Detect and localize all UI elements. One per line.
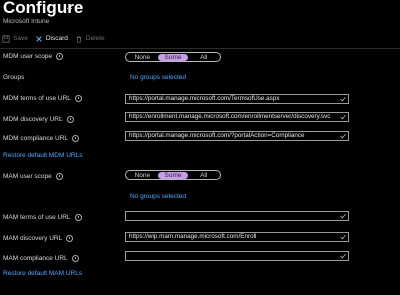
mam-discovery-input[interactable]: https://wip.mam.manage.microsoft.com/Enr… — [125, 232, 349, 242]
trash-icon — [76, 35, 82, 43]
close-icon — [36, 35, 42, 42]
info-icon[interactable] — [55, 173, 63, 180]
checkmark-icon — [340, 114, 346, 120]
mdm-scope-some[interactable]: Some — [157, 53, 189, 61]
mam-compliance-input[interactable] — [125, 251, 349, 261]
discard-label: Discard — [45, 35, 68, 42]
save-label: Save — [13, 35, 28, 42]
mdm-compliance-label: MDM compliance URL — [3, 135, 80, 142]
mam-scope-none[interactable]: None — [127, 172, 158, 179]
delete-label: Delete — [85, 35, 105, 42]
info-icon[interactable] — [74, 95, 82, 102]
mam-scope-some[interactable]: Some — [157, 171, 189, 179]
info-icon[interactable] — [66, 235, 74, 242]
info-icon[interactable] — [74, 214, 82, 221]
checkmark-icon — [340, 213, 346, 219]
mam-user-scope-toggle[interactable]: None Some All — [125, 170, 221, 180]
mam-terms-input[interactable] — [125, 211, 349, 221]
checkmark-icon — [340, 253, 346, 259]
mam-groups-link[interactable]: No groups selected — [130, 193, 186, 200]
mdm-user-scope-toggle[interactable]: None Some All — [125, 52, 221, 62]
mam-terms-label: MAM terms of use URL — [3, 214, 82, 221]
mdm-terms-input[interactable]: https://portal.manage.microsoft.com/Term… — [125, 94, 349, 104]
mdm-groups-label: Groups — [3, 74, 25, 81]
mdm-compliance-input[interactable]: https://portal.manage.microsoft.com/?por… — [125, 131, 349, 141]
info-icon[interactable] — [72, 135, 80, 142]
save-button[interactable]: Save — [2, 34, 28, 43]
page-subtitle: Microsoft Intune — [3, 18, 50, 25]
checkmark-icon — [340, 234, 346, 240]
toolbar: Save Discard Delete — [2, 33, 105, 44]
mdm-discovery-input[interactable]: https://enrollment.manage.microsoft.com/… — [125, 112, 349, 122]
save-icon — [2, 34, 10, 43]
discard-button[interactable]: Discard — [35, 35, 68, 43]
restore-mdm-urls-link[interactable]: Restore default MDM URLs — [3, 152, 82, 159]
info-icon[interactable] — [66, 116, 74, 123]
info-icon[interactable] — [56, 53, 64, 60]
mdm-scope-all[interactable]: All — [188, 54, 219, 61]
checkmark-icon — [340, 133, 346, 139]
mdm-scope-none[interactable]: None — [127, 54, 158, 61]
mdm-user-scope-label: MDM user scope — [3, 53, 64, 60]
mam-discovery-label: MAM discovery URL — [3, 235, 74, 242]
mdm-discovery-label: MDM discovery URL — [3, 116, 74, 123]
mam-user-scope-label: MAM user scope — [3, 173, 63, 180]
mam-scope-all[interactable]: All — [188, 172, 219, 179]
toolbar-divider — [0, 48, 400, 49]
checkmark-icon — [340, 96, 346, 102]
more-options-icon[interactable]: ··· — [66, 3, 78, 13]
info-icon[interactable] — [71, 255, 79, 262]
mam-compliance-label: MAM compliance URL — [3, 255, 79, 262]
delete-button[interactable]: Delete — [75, 35, 105, 43]
mdm-terms-label: MDM terms of use URL — [3, 95, 82, 102]
restore-mam-urls-link[interactable]: Restore default MAM URLs — [3, 270, 82, 277]
mdm-groups-link[interactable]: No groups selected — [130, 74, 186, 81]
